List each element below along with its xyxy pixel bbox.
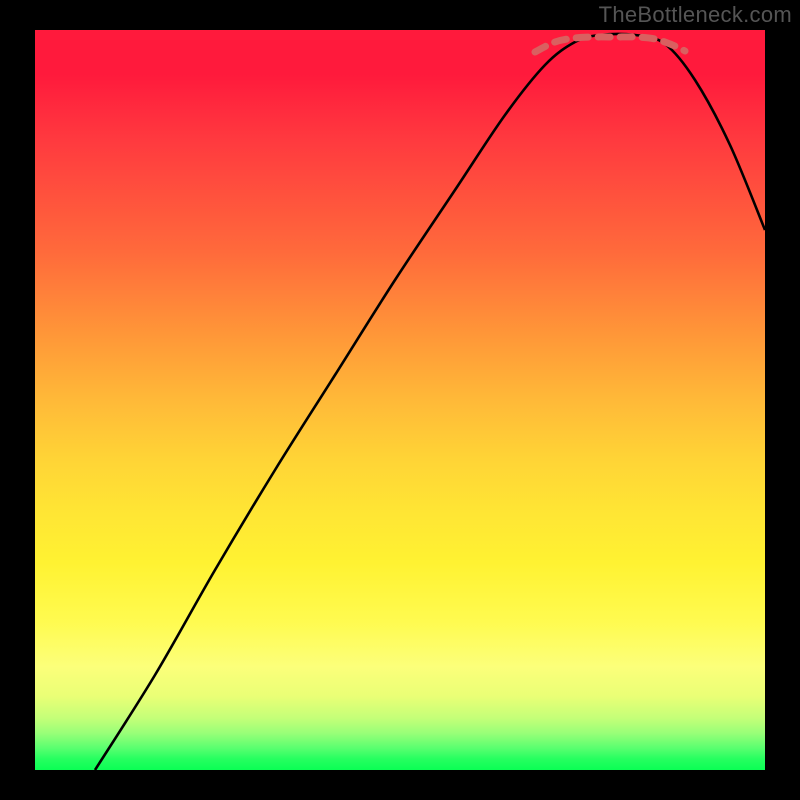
bottom-accent-path bbox=[535, 37, 685, 52]
curve-layer bbox=[35, 30, 765, 770]
chart-stage: TheBottleneck.com bbox=[0, 0, 800, 800]
watermark-text: TheBottleneck.com bbox=[599, 2, 792, 28]
main-curve-path bbox=[95, 34, 765, 770]
